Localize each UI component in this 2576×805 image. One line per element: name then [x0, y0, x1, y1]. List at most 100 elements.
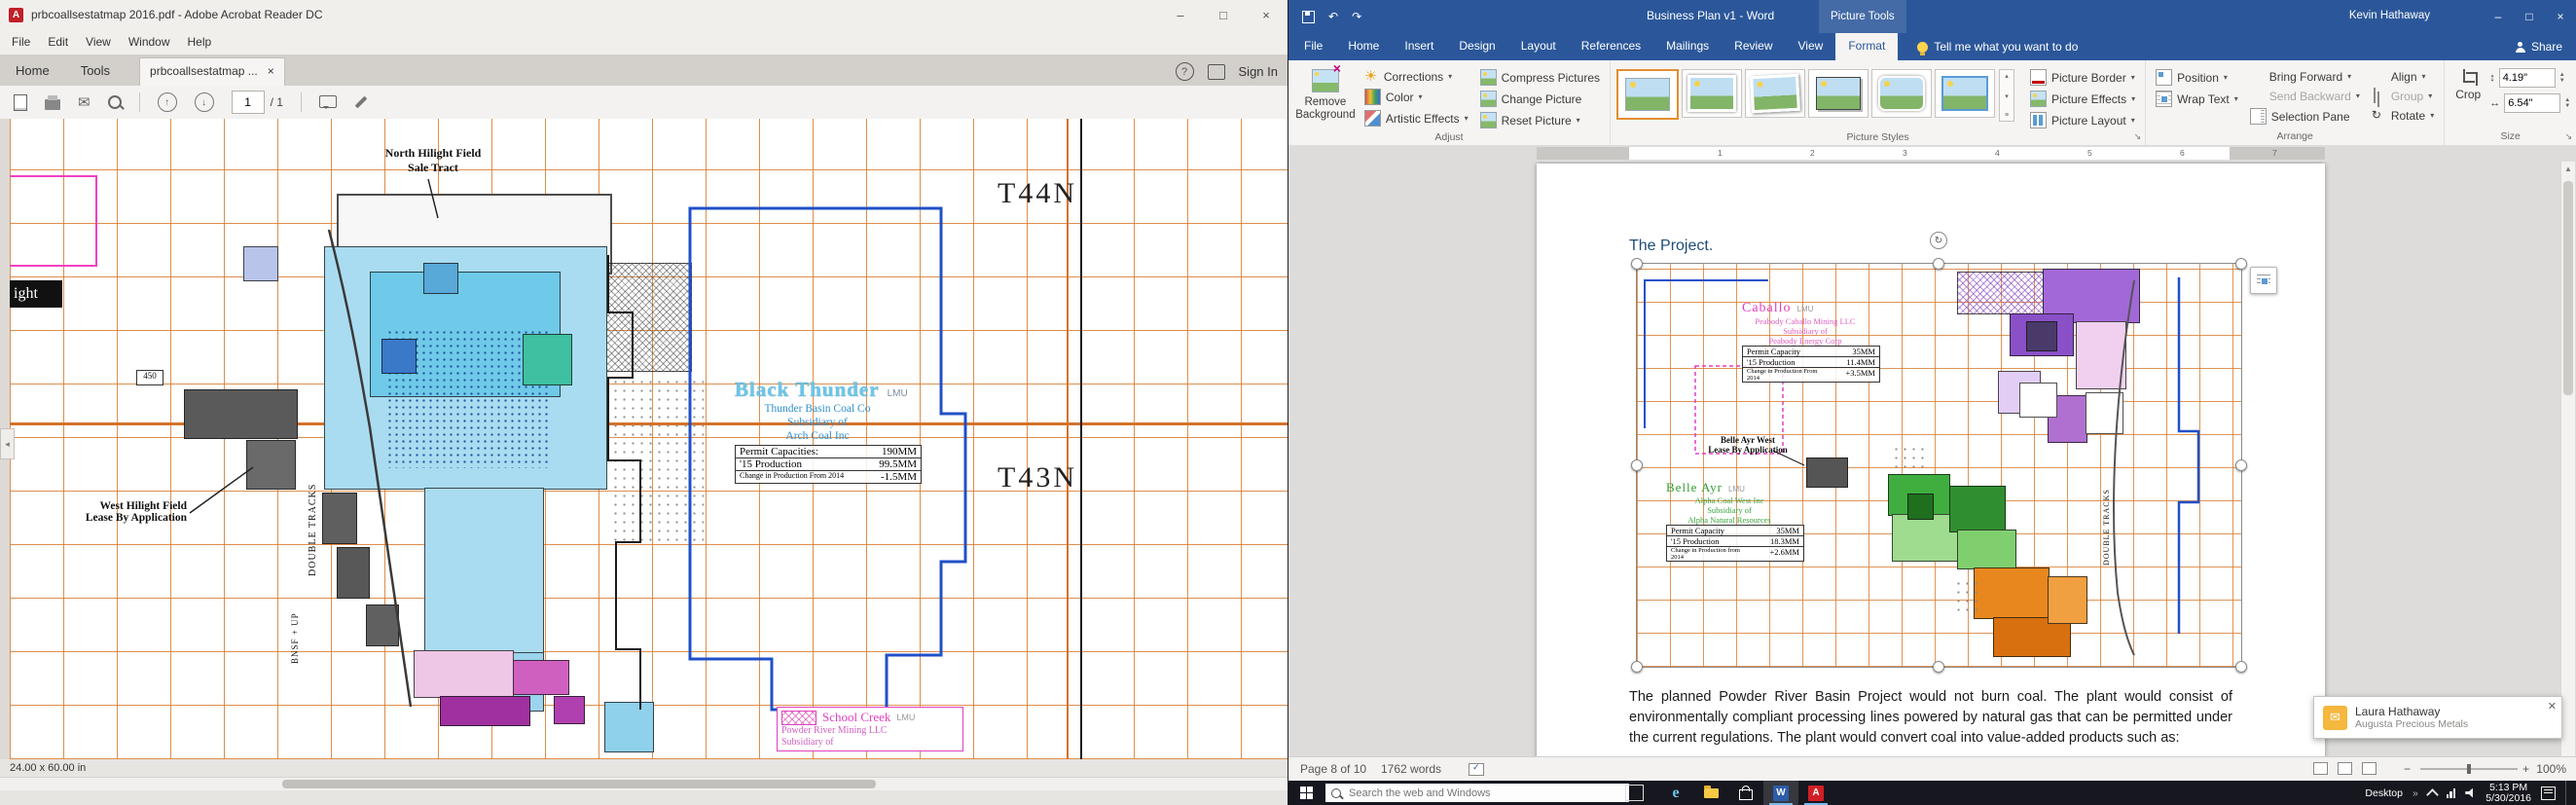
- corrections-button[interactable]: ☀Corrections▾: [1361, 68, 1472, 85]
- collapse-pane-arrow-icon[interactable]: ◂: [0, 428, 15, 459]
- redo-icon[interactable]: [1352, 10, 1361, 23]
- taskbar-app-acrobat[interactable]: A: [1798, 781, 1833, 805]
- picture-border-button[interactable]: Picture Border▾: [2026, 68, 2139, 87]
- tab-review[interactable]: Review: [1722, 33, 1785, 60]
- maximize-button[interactable]: □: [1202, 0, 1245, 29]
- picture-effects-button[interactable]: Picture Effects▾: [2026, 90, 2139, 108]
- word-count[interactable]: 1762 words: [1381, 762, 1441, 776]
- tab-view[interactable]: View: [1786, 33, 1836, 60]
- dialog-launcher-icon[interactable]: ↘: [2565, 131, 2573, 142]
- send-backward-button[interactable]: Send Backward▾: [2246, 88, 2364, 104]
- picture-style-thumbnail[interactable]: [1935, 69, 1995, 118]
- menu-edit[interactable]: Edit: [48, 35, 68, 49]
- scrollbar-thumb[interactable]: [2563, 181, 2573, 395]
- tab-design[interactable]: Design: [1446, 33, 1507, 60]
- show-desktop-button[interactable]: [2565, 781, 2570, 805]
- desktop-toolbar-chevron-icon[interactable]: »: [2413, 787, 2418, 799]
- print-icon[interactable]: [45, 99, 60, 110]
- close-button[interactable]: ×: [2545, 0, 2576, 33]
- zoom-slider[interactable]: [2420, 768, 2518, 770]
- rotate-handle[interactable]: ↻: [1930, 232, 1947, 249]
- selection-handle-bottom-center[interactable]: [1933, 661, 1944, 673]
- tell-me-box[interactable]: Tell me what you want to do: [1917, 40, 2078, 54]
- network-icon[interactable]: [2447, 788, 2456, 798]
- tab-references[interactable]: References: [1569, 33, 1653, 60]
- volume-icon[interactable]: [2465, 788, 2476, 798]
- selection-handle-top-left[interactable]: [1631, 258, 1643, 270]
- action-center-icon[interactable]: [2541, 787, 2556, 800]
- pdf-map-page[interactable]: North Hilight Field Sale Tract T44N T43N…: [10, 119, 1288, 759]
- notifications-icon[interactable]: [1208, 64, 1225, 80]
- zoom-in-button[interactable]: +: [2522, 762, 2529, 776]
- menu-help[interactable]: Help: [188, 35, 212, 49]
- web-layout-icon[interactable]: [2362, 762, 2376, 775]
- change-picture-button[interactable]: Change Picture: [1476, 90, 1604, 108]
- embedded-map-image[interactable]: Caballo LMU Peabody Caballo Mining LLC S…: [1636, 263, 2242, 668]
- picture-style-thumbnail[interactable]: [1616, 69, 1679, 120]
- search-input[interactable]: [1347, 787, 1584, 800]
- picture-style-thumbnail[interactable]: [1682, 69, 1742, 118]
- bring-forward-button[interactable]: Bring Forward▾: [2246, 68, 2364, 85]
- gallery-scroll[interactable]: ▴▾≡: [1999, 69, 2014, 122]
- picture-style-thumbnail[interactable]: [1745, 69, 1805, 118]
- horizontal-ruler[interactable]: 1 2 3 4 5 6 7: [1288, 145, 2576, 162]
- document-tab[interactable]: prbcoallsestatmap ... ×: [139, 57, 285, 86]
- tab-format[interactable]: Format: [1835, 33, 1898, 60]
- remove-background-button[interactable]: Remove Background: [1294, 63, 1357, 122]
- horizontal-scrollbar[interactable]: [0, 777, 1288, 790]
- dialog-launcher-icon[interactable]: ↘: [2134, 131, 2142, 142]
- artistic-effects-button[interactable]: Artistic Effects▾: [1361, 109, 1472, 128]
- layout-options-button[interactable]: [2250, 267, 2277, 294]
- tab-file[interactable]: File: [1288, 33, 1335, 60]
- zoom-level[interactable]: 100%: [2536, 762, 2566, 776]
- print-layout-icon[interactable]: [2338, 762, 2352, 775]
- scrollbar-thumb[interactable]: [282, 780, 876, 788]
- selection-handle-top-center[interactable]: [1933, 258, 1944, 270]
- next-page-icon[interactable]: ↓: [195, 92, 214, 112]
- tab-home[interactable]: Home: [0, 56, 65, 86]
- menu-view[interactable]: View: [86, 35, 111, 49]
- zoom-slider-thumb[interactable]: [2467, 764, 2471, 774]
- align-button[interactable]: Align▾: [2368, 68, 2438, 85]
- tab-mailings[interactable]: Mailings: [1653, 33, 1722, 60]
- taskbar-app-file-explorer[interactable]: [1693, 781, 1728, 805]
- tab-insert[interactable]: Insert: [1392, 33, 1446, 60]
- shape-height-input[interactable]: [2499, 68, 2556, 88]
- help-icon[interactable]: ?: [1176, 62, 1194, 81]
- compress-pictures-button[interactable]: Compress Pictures: [1476, 68, 1604, 87]
- sign-in-button[interactable]: Sign In: [1239, 64, 1278, 79]
- taskbar-search-box[interactable]: [1325, 784, 1629, 802]
- selection-handle-mid-right[interactable]: [2235, 459, 2247, 471]
- tab-tools[interactable]: Tools: [65, 56, 126, 86]
- color-button[interactable]: Color▾: [1361, 88, 1472, 106]
- task-view-button[interactable]: [1625, 785, 1644, 801]
- page-indicator[interactable]: Page 8 of 10: [1300, 762, 1366, 776]
- selection-pane-button[interactable]: Selection Pane: [2246, 107, 2364, 126]
- menu-window[interactable]: Window: [128, 35, 170, 49]
- close-button[interactable]: ×: [1245, 0, 1288, 29]
- position-button[interactable]: Position▾: [2152, 68, 2242, 87]
- tab-home[interactable]: Home: [1335, 33, 1392, 60]
- email-icon[interactable]: ✉: [78, 95, 91, 110]
- shape-width-input[interactable]: [2504, 93, 2560, 113]
- selection-handle-bottom-right[interactable]: [2235, 661, 2247, 673]
- page-thumbnails-icon[interactable]: [14, 94, 27, 111]
- vertical-scrollbar[interactable]: ▲: [2560, 162, 2575, 756]
- taskbar-clock[interactable]: 5:13 PM 5/30/2016: [2485, 783, 2531, 804]
- document-tab-close-icon[interactable]: ×: [268, 64, 274, 78]
- selection-handle-mid-left[interactable]: [1631, 459, 1643, 471]
- proofing-icon[interactable]: [1469, 763, 1484, 776]
- minimize-button[interactable]: –: [2483, 0, 2514, 33]
- previous-page-icon[interactable]: ↑: [158, 92, 177, 112]
- share-button[interactable]: Share: [2516, 33, 2562, 60]
- taskbar-app-edge[interactable]: e: [1658, 781, 1693, 805]
- selection-handle-top-right[interactable]: [2235, 258, 2247, 270]
- zoom-out-button[interactable]: −: [2404, 762, 2411, 776]
- toast-close-icon[interactable]: ✕: [2548, 700, 2557, 713]
- group-button[interactable]: Group▾: [2368, 88, 2438, 104]
- comment-icon[interactable]: [319, 95, 337, 108]
- email-notification-toast[interactable]: ✉ Laura Hathaway Augusta Precious Metals…: [2313, 696, 2562, 739]
- menu-file[interactable]: File: [12, 35, 30, 49]
- highlight-pen-icon[interactable]: [355, 96, 368, 109]
- page-number-input[interactable]: [232, 91, 265, 114]
